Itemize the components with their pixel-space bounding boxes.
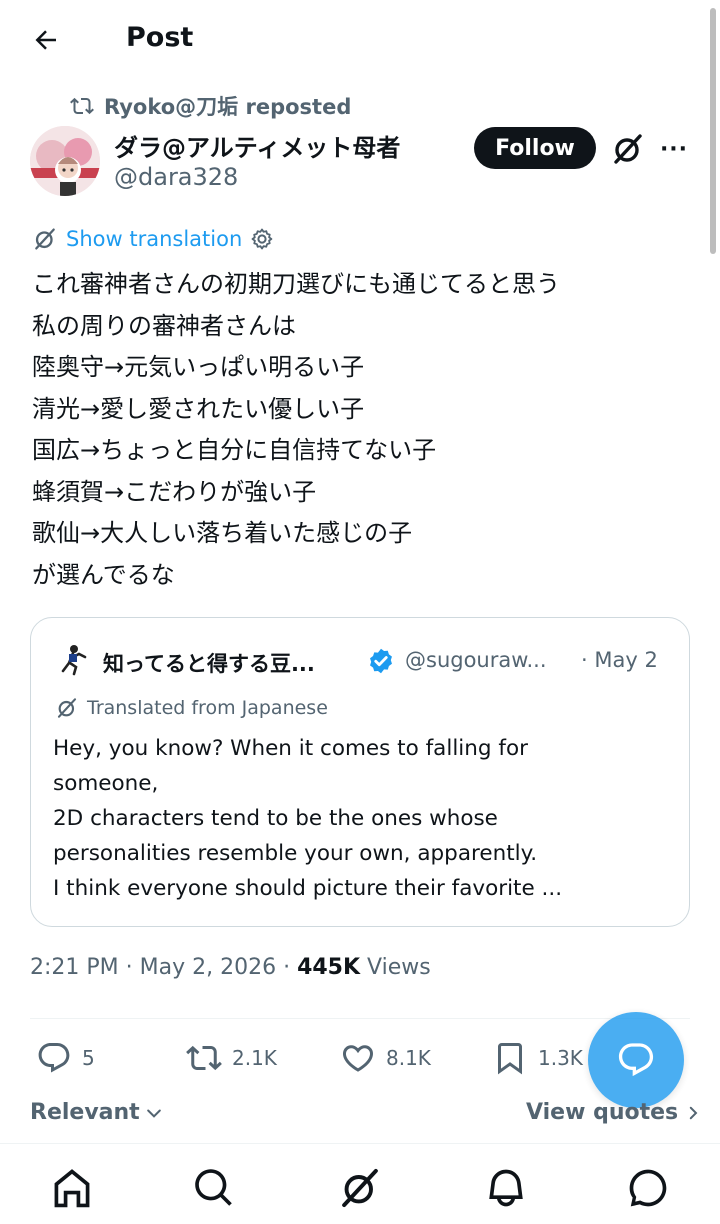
sort-dropdown[interactable]: Relevant — [30, 1100, 164, 1125]
grok-button[interactable] — [610, 131, 646, 167]
post-line: これ審神者さんの初期刀選びにも通じてると思う — [32, 270, 560, 298]
view-quotes-label: View quotes — [526, 1100, 679, 1125]
divider — [30, 1018, 690, 1019]
top-bar: Post — [0, 0, 720, 82]
like-button[interactable]: 8.1K — [340, 1040, 431, 1076]
quote-line: personalities resemble your own, apparen… — [53, 841, 538, 866]
quote-author-handle[interactable]: @sugouraw... — [405, 648, 547, 672]
timestamp[interactable]: 2:21 PM · May 2, 2026 · — [30, 955, 297, 980]
show-translation-link[interactable]: Show translation — [32, 226, 274, 252]
translated-indicator: Translated from Japanese — [55, 696, 328, 720]
quote-date: · May 2 — [581, 648, 658, 672]
bottom-navigation — [0, 1143, 720, 1224]
avatar[interactable] — [30, 126, 100, 196]
grok-icon — [614, 134, 642, 164]
grok-icon — [35, 228, 55, 250]
like-count: 8.1K — [386, 1046, 431, 1070]
bookmark-icon — [498, 1043, 522, 1075]
quote-line: Hey, you know? When it comes to falling … — [53, 736, 528, 761]
messages-icon[interactable] — [626, 1166, 670, 1210]
repost-icon — [70, 97, 94, 115]
post-line: 歌仙→大人しい落ち着いた感じの子 — [32, 519, 413, 547]
compose-reply-button[interactable] — [588, 1012, 684, 1108]
follow-button[interactable]: Follow — [474, 127, 596, 169]
show-translation-label: Show translation — [66, 227, 243, 251]
chevron-right-icon — [689, 1106, 698, 1119]
quote-line: 2D characters tend to be the ones whose — [53, 806, 498, 831]
reply-icon — [38, 1043, 70, 1073]
post-metadata: 2:21 PM · May 2, 2026 · 445K Views — [30, 955, 431, 980]
quote-line: someone, — [53, 771, 159, 796]
sort-label: Relevant — [30, 1100, 140, 1125]
notifications-icon[interactable] — [484, 1166, 528, 1210]
compose-reply-icon — [618, 1043, 654, 1077]
view-quotes-link[interactable]: View quotes — [526, 1100, 702, 1125]
repost-icon — [186, 1045, 222, 1071]
post-line: が選んでるな — [32, 560, 175, 589]
back-button[interactable] — [28, 22, 64, 58]
reply-count: 5 — [82, 1046, 95, 1070]
repost-indicator[interactable]: Ryoko@刀垢 reposted — [70, 91, 351, 121]
post-line: 陸奥守→元気いっぱい明るい子 — [32, 353, 365, 381]
verified-badge-icon — [370, 648, 392, 674]
views-count: 445K — [297, 955, 361, 980]
gear-icon[interactable] — [250, 227, 274, 251]
search-icon[interactable] — [192, 1166, 236, 1210]
repost-text: Ryoko@刀垢 reposted — [104, 95, 352, 119]
grok-icon — [57, 698, 77, 718]
chevron-down-icon — [146, 1109, 161, 1118]
views-label: Views — [360, 955, 431, 980]
repost-button[interactable]: 2.1K — [186, 1040, 277, 1076]
quote-body: Hey, you know? When it comes to falling … — [53, 731, 673, 906]
quote-avatar[interactable] — [55, 642, 89, 676]
quote-line: I think everyone should picture their fa… — [53, 876, 563, 901]
post-line: 国広→ちょっと自分に自信持てない子 — [32, 436, 437, 464]
translated-label: Translated from Japanese — [87, 697, 328, 719]
reply-button[interactable]: 5 — [36, 1040, 95, 1076]
avatar-image — [30, 126, 100, 196]
home-icon[interactable] — [50, 1166, 94, 1210]
post-line: 清光→愛し愛されたい優しい子 — [32, 394, 365, 423]
repost-count: 2.1K — [232, 1046, 277, 1070]
more-icon: ··· — [659, 136, 689, 162]
post-line: 私の周りの審神者さんは — [32, 311, 296, 340]
more-options-button[interactable]: ··· — [658, 131, 690, 167]
author-handle[interactable]: @dara328 — [114, 163, 238, 191]
bookmark-button[interactable]: 1.3K — [492, 1040, 583, 1076]
page-title: Post — [126, 22, 194, 53]
back-arrow-icon — [35, 30, 56, 50]
quoted-post-card[interactable]: 知ってると得する豆... @sugouraw... · May 2 Transl… — [30, 617, 690, 927]
bookmark-count: 1.3K — [538, 1046, 583, 1070]
post-body: これ審神者さんの初期刀選びにも通じてると思う 私の周りの審神者さんは 陸奥守→元… — [32, 264, 560, 596]
post-line: 蜂須賀→こだわりが強い子 — [32, 477, 317, 506]
author-name[interactable]: ダラ@アルティメット母者 — [114, 128, 400, 163]
grok-icon[interactable] — [338, 1166, 382, 1210]
scrollbar[interactable] — [710, 8, 716, 254]
like-icon — [342, 1045, 374, 1072]
quote-author-name[interactable]: 知ってると得する豆... — [103, 648, 315, 678]
